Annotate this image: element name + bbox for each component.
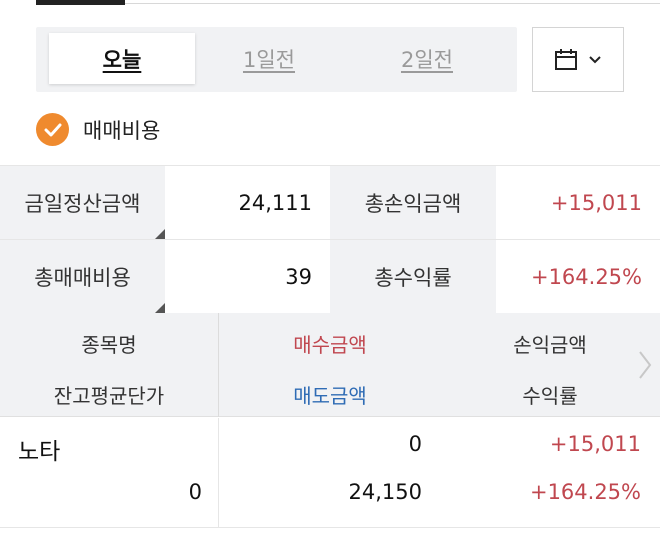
tab-today[interactable]: 오늘 bbox=[49, 33, 195, 84]
calendar-icon bbox=[555, 48, 577, 70]
chevron-down-icon bbox=[589, 55, 601, 63]
avg-price: 0 bbox=[188, 480, 202, 504]
col-avg-price: 잔고평균단가 bbox=[53, 384, 165, 408]
fee-checkbox-label: 매매비용 bbox=[83, 118, 161, 143]
corner-triangle-icon bbox=[155, 229, 165, 239]
summary-table: 금일정산금액 24,111 총손익금액 +15,011 총매매비용 39 총수익… bbox=[0, 165, 660, 314]
calendar-button[interactable] bbox=[532, 27, 624, 92]
col-return-rate: 수익률 bbox=[522, 384, 578, 408]
settlement-label: 금일정산금액 bbox=[0, 166, 165, 240]
tab-baseline bbox=[125, 3, 660, 4]
day-selector: 오늘 1일전 2일전 bbox=[36, 27, 517, 92]
col-buy-amount: 매수금액 bbox=[293, 333, 367, 357]
col-pl-amount: 손익금액 bbox=[513, 333, 587, 357]
table-row[interactable]: 노타 0 +15,011 0 24,150 +164.25% bbox=[0, 418, 660, 528]
active-tab-underline bbox=[36, 0, 125, 5]
pl-amount: +15,011 bbox=[549, 432, 641, 456]
row-divider bbox=[218, 418, 219, 528]
total-fee-label-text: 총매매비용 bbox=[34, 265, 131, 290]
total-return-value: +164.25% bbox=[496, 240, 660, 314]
corner-triangle-icon bbox=[155, 303, 165, 313]
total-return-label: 총수익률 bbox=[330, 240, 496, 314]
tab-1-day-ago[interactable]: 1일전 bbox=[196, 33, 342, 84]
col-name: 종목명 bbox=[81, 333, 137, 357]
total-fee-label: 총매매비용 bbox=[0, 240, 165, 314]
fee-checkbox[interactable]: 매매비용 bbox=[36, 113, 160, 146]
stock-name: 노타 bbox=[18, 439, 61, 465]
return-rate: +164.25% bbox=[529, 480, 641, 504]
chevron-right-icon[interactable] bbox=[638, 350, 652, 380]
settlement-value: 24,111 bbox=[165, 166, 330, 240]
header-divider bbox=[218, 313, 219, 417]
total-pl-label: 총손익금액 bbox=[330, 166, 496, 240]
holdings-header: 종목명 매수금액 손익금액 잔고평균단가 매도금액 수익률 bbox=[0, 313, 660, 417]
top-tab-indicator bbox=[36, 0, 660, 5]
total-pl-value: +15,011 bbox=[496, 166, 660, 240]
col-sell-amount: 매도금액 bbox=[293, 384, 367, 408]
buy-amount: 0 bbox=[408, 432, 422, 456]
sell-amount: 24,150 bbox=[348, 480, 422, 504]
total-fee-value: 39 bbox=[165, 240, 330, 314]
settlement-label-text: 금일정산금액 bbox=[24, 191, 141, 216]
tab-2-days-ago[interactable]: 2일전 bbox=[354, 33, 500, 84]
check-icon bbox=[36, 113, 69, 146]
